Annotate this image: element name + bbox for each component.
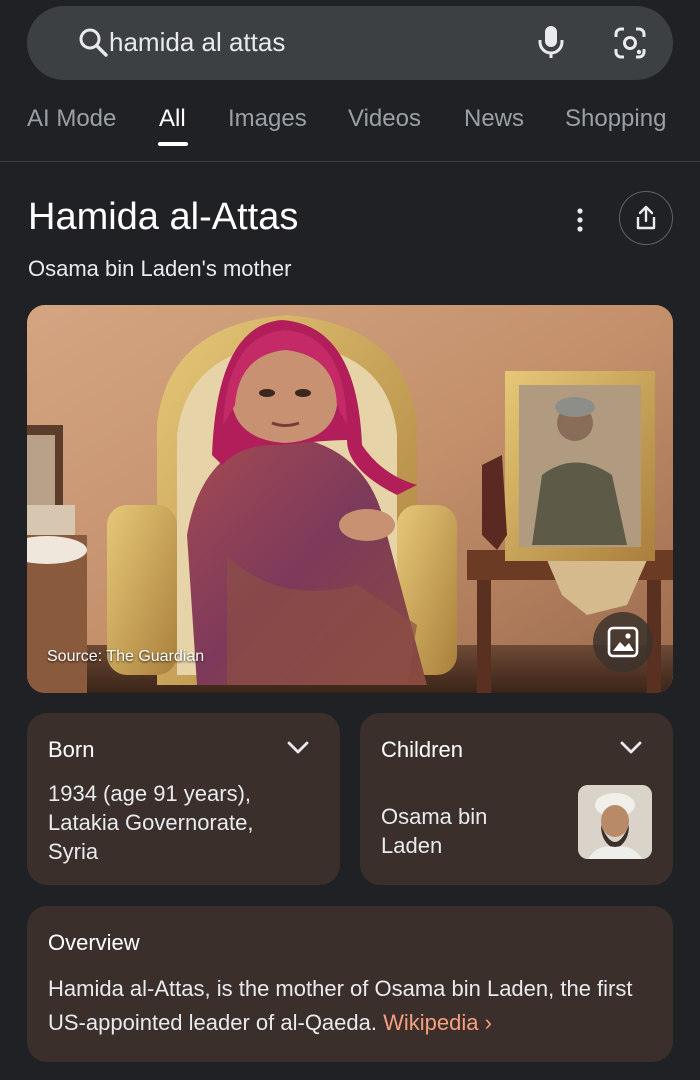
share-button[interactable] — [619, 191, 673, 245]
chevron-down-icon[interactable] — [285, 739, 311, 762]
wikipedia-link[interactable]: Wikipedia › — [383, 1010, 492, 1035]
view-images-button[interactable] — [593, 612, 653, 672]
search-tabs: AI Mode All Images Videos News Shopping — [0, 100, 700, 162]
tab-all[interactable]: All — [159, 105, 186, 133]
more-vert-icon — [577, 208, 583, 232]
tab-news[interactable]: News — [464, 105, 524, 133]
children-heading: Children — [381, 737, 463, 762]
photo-illustration — [27, 305, 673, 693]
overview-text: Hamida al-Attas, is the mother of Osama … — [48, 972, 658, 1040]
children-card[interactable]: Children Osama bin Laden — [360, 713, 673, 885]
tab-ai-mode[interactable]: AI Mode — [27, 105, 116, 133]
child-thumbnail[interactable] — [578, 785, 652, 859]
entity-photo[interactable]: Source: The Guardian — [27, 305, 673, 693]
tab-videos[interactable]: Videos — [348, 105, 421, 133]
image-icon — [607, 626, 639, 658]
lens-icon[interactable] — [613, 26, 647, 65]
overview-body: Hamida al-Attas, is the mother of Osama … — [48, 976, 633, 1035]
born-value: 1934 (age 91 years), Latakia Governorate… — [48, 781, 254, 864]
born-card[interactable]: Born 1934 (age 91 years), Latakia Govern… — [27, 713, 340, 885]
entity-subtitle: Osama bin Laden's mother — [28, 256, 292, 281]
chevron-down-icon[interactable] — [618, 739, 644, 762]
microphone-icon[interactable] — [537, 24, 565, 65]
active-tab-indicator — [158, 142, 188, 146]
share-icon — [636, 205, 656, 230]
more-options-button[interactable] — [566, 205, 594, 235]
born-heading: Born — [48, 737, 95, 762]
search-bar[interactable] — [27, 6, 673, 80]
search-icon — [77, 26, 109, 63]
search-input[interactable] — [109, 22, 489, 62]
photo-source-label: Source: The Guardian — [47, 648, 205, 665]
child-name-link[interactable]: Osama bin Laden — [381, 802, 541, 860]
tab-images[interactable]: Images — [228, 105, 307, 133]
overview-heading: Overview — [48, 930, 140, 955]
overview-card: Overview Hamida al-Attas, is the mother … — [27, 906, 673, 1062]
entity-title: Hamida al-Attas — [28, 196, 299, 238]
tab-shopping[interactable]: Shopping — [565, 105, 666, 133]
